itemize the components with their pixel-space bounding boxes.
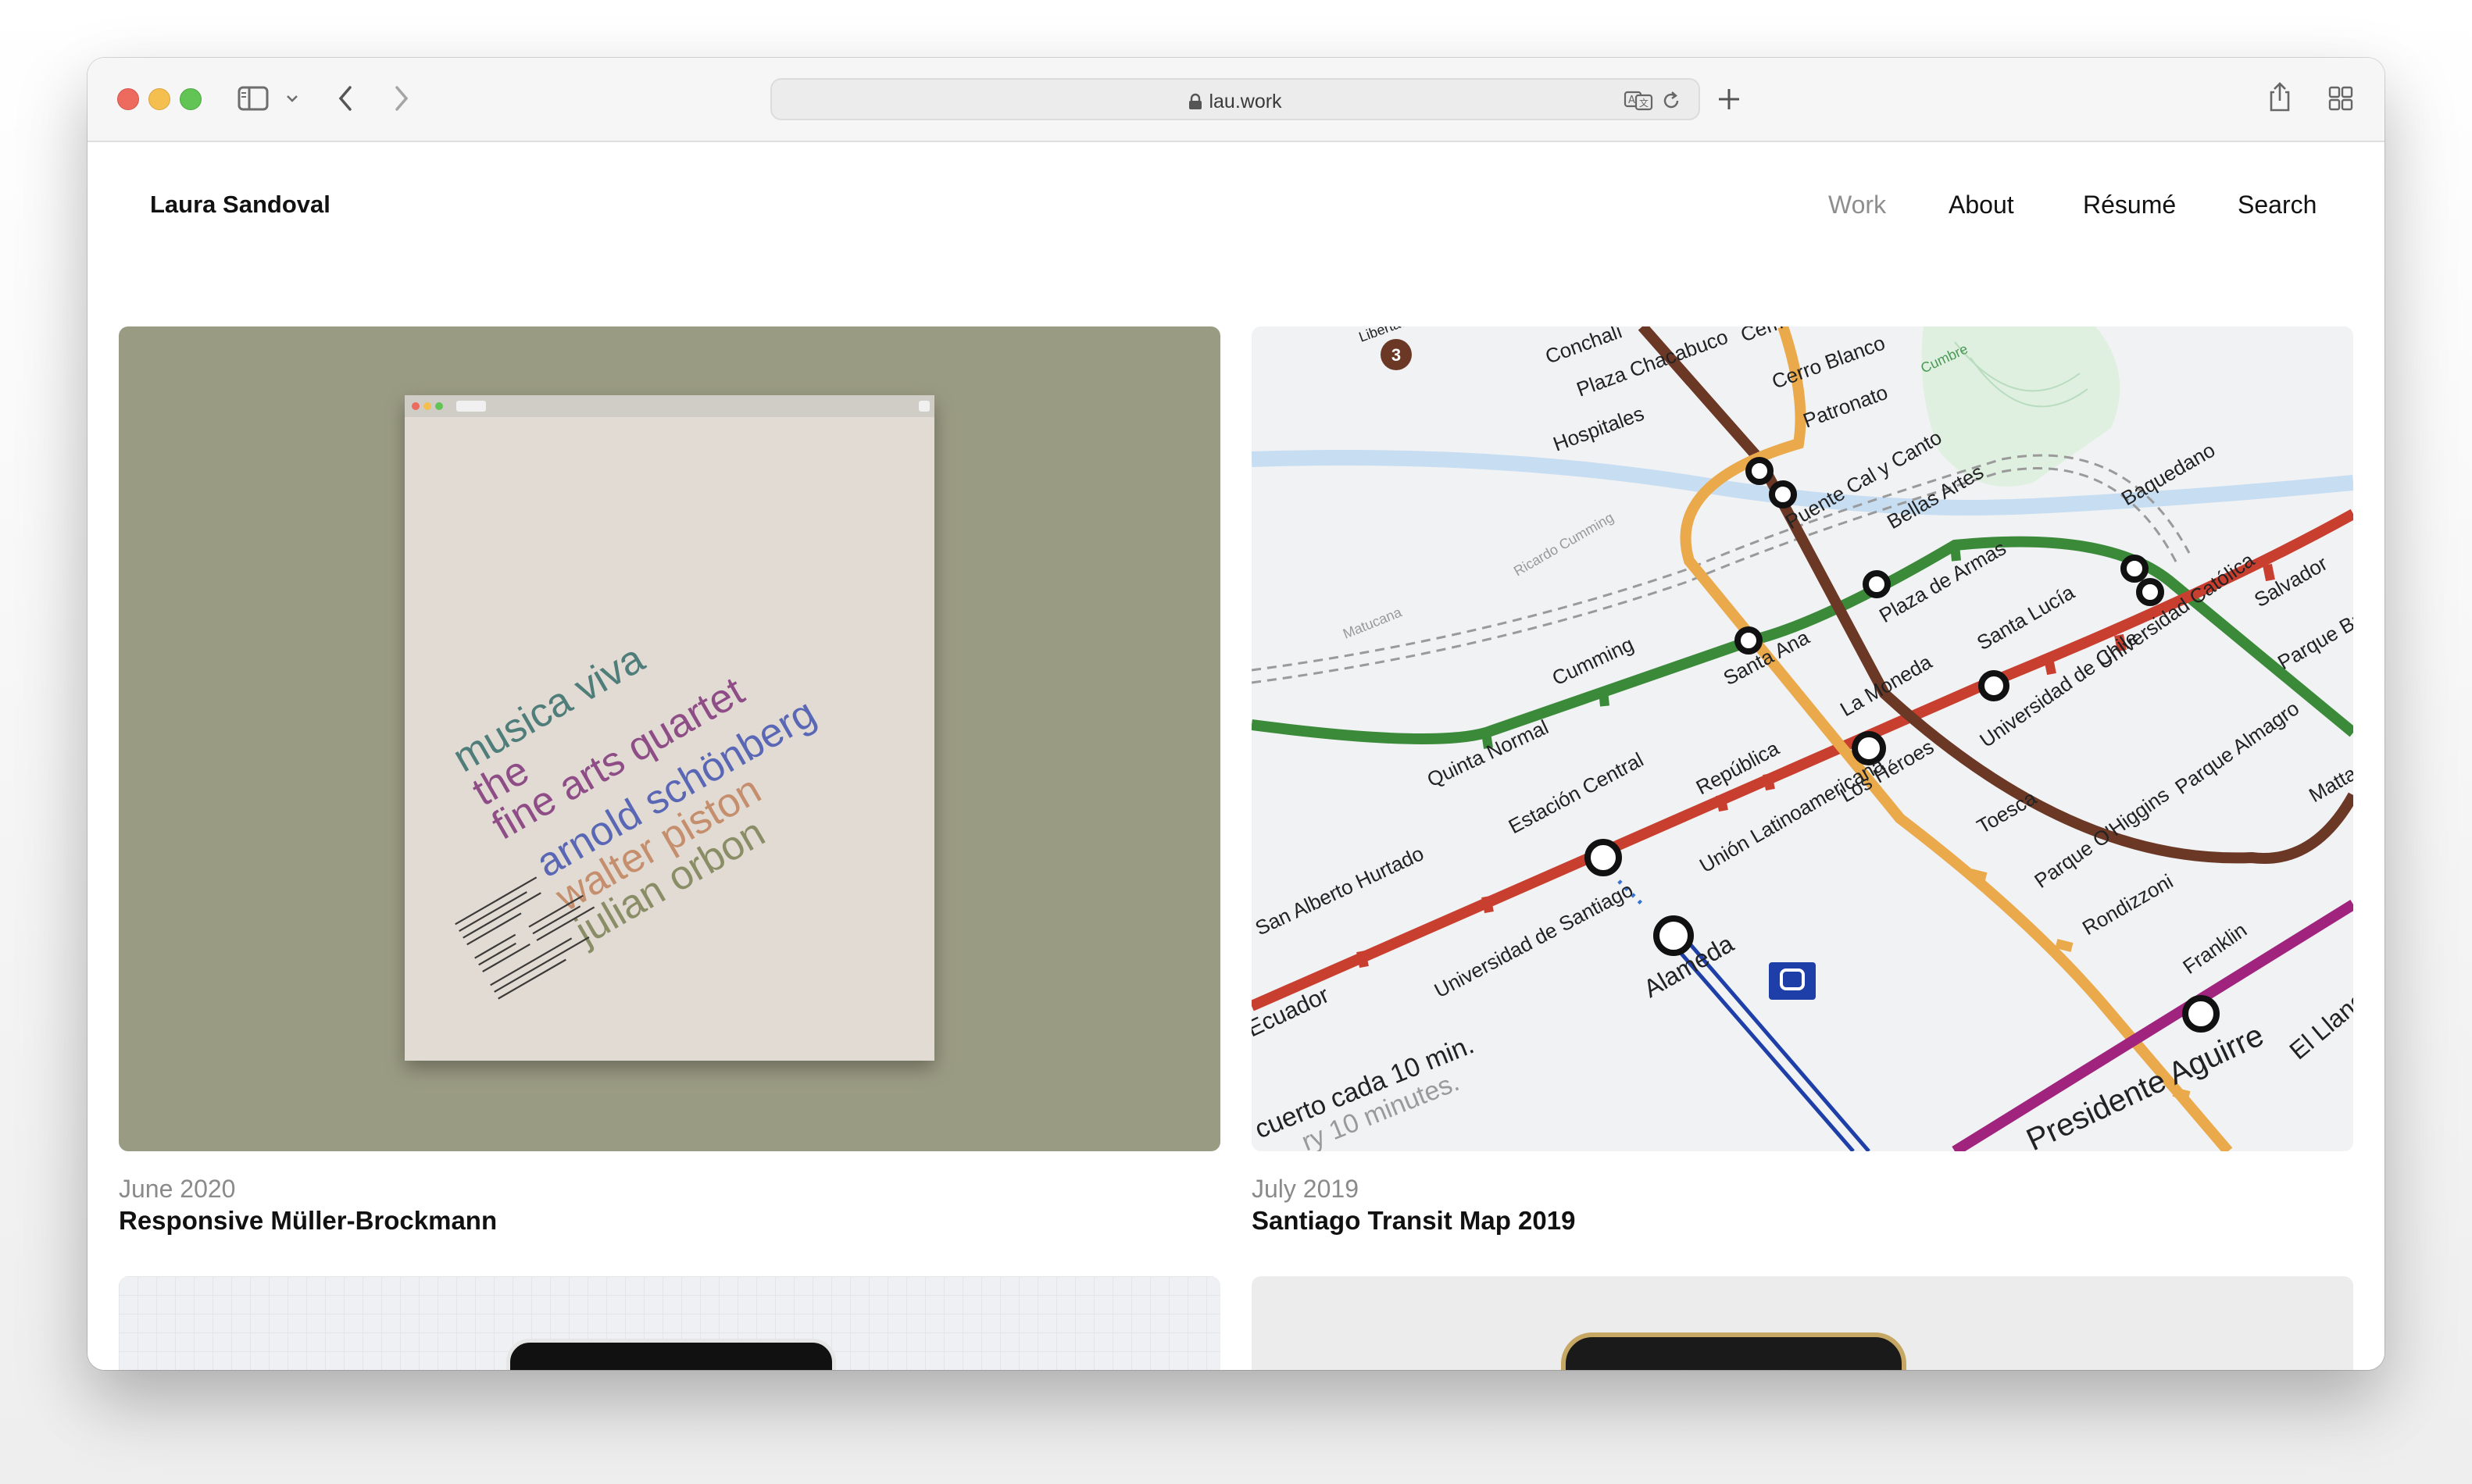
project-date: June 2020 <box>119 1175 236 1203</box>
watch-mockup <box>1561 1332 1906 1370</box>
nav-search[interactable]: Search <box>2238 191 2317 219</box>
close-window-button[interactable] <box>117 88 139 110</box>
mini-close-icon <box>412 402 420 410</box>
lock-icon <box>1189 93 1202 109</box>
mini-minimize-icon <box>423 402 431 410</box>
line-number-badge: 3 <box>1391 345 1401 365</box>
svg-text:A: A <box>1628 95 1635 106</box>
nav-resume[interactable]: Résumé <box>2083 191 2176 219</box>
poster-artwork: musica viva the fine arts quartet arnold… <box>405 395 934 1061</box>
forward-arrow-icon[interactable] <box>392 84 411 112</box>
nav-about[interactable]: About <box>1949 191 2014 219</box>
url-text: lau.work <box>1209 91 1282 112</box>
project-title[interactable]: Responsive Müller-Brockmann <box>119 1206 497 1236</box>
sidebar-toggle-icon[interactable] <box>238 86 269 111</box>
project-date: July 2019 <box>1252 1175 1359 1203</box>
project-title[interactable]: Santiago Transit Map 2019 <box>1252 1206 1575 1236</box>
browser-toolbar: lau.work A 文 <box>88 58 2384 142</box>
translate-icon[interactable]: A 文 <box>1624 89 1655 111</box>
project-thumbnail-muller-brockmann[interactable]: musica viva the fine arts quartet arnold… <box>119 326 1220 1151</box>
address-url[interactable]: lau.work <box>772 91 1699 113</box>
maximize-window-button[interactable] <box>180 88 202 110</box>
nav-work[interactable]: Work <box>1828 191 1886 219</box>
device-mockup <box>506 1339 836 1370</box>
share-icon[interactable] <box>2267 81 2292 112</box>
mini-maximize-icon <box>435 402 443 410</box>
metro-sign-icon <box>1769 962 1816 1000</box>
project-thumbnail-4[interactable] <box>1252 1276 2353 1370</box>
address-bar[interactable]: lau.work A 文 <box>770 78 1700 120</box>
project-thumbnail-santiago-map[interactable]: 3 Conchalí Plaza Chacabuco Hospitales Ce… <box>1252 326 2353 1151</box>
minimize-window-button[interactable] <box>148 88 170 110</box>
svg-text:文: 文 <box>1639 97 1649 109</box>
web-page: Laura Sandoval Work About Résumé Search <box>88 142 2384 1370</box>
back-arrow-icon[interactable] <box>336 84 355 112</box>
chevron-down-icon[interactable] <box>286 94 298 103</box>
project-thumbnail-3[interactable] <box>119 1276 1220 1370</box>
tab-overview-icon[interactable] <box>2328 86 2353 111</box>
transit-map-artwork: 3 Conchalí Plaza Chacabuco Hospitales Ce… <box>1252 326 2353 1151</box>
reload-icon[interactable] <box>1661 90 1681 112</box>
new-tab-icon[interactable] <box>1716 86 1742 112</box>
site-name[interactable]: Laura Sandoval <box>150 191 330 219</box>
browser-window: lau.work A 文 Laura Sandoval Work About R… <box>88 58 2384 1370</box>
